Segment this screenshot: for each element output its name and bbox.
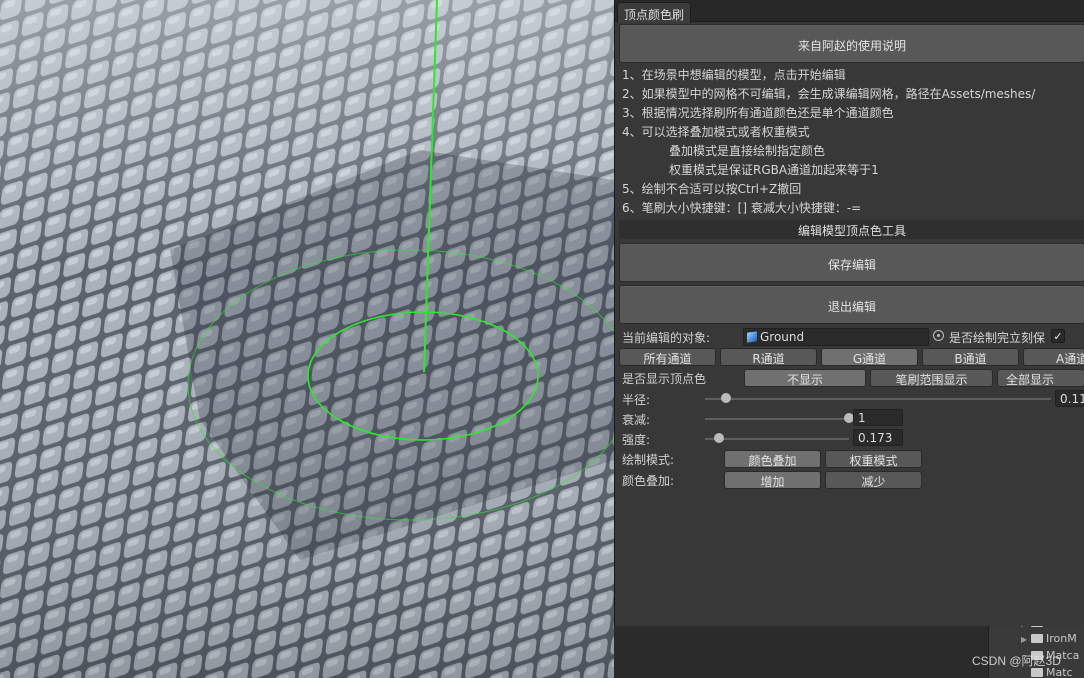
show-vertex-all-button[interactable]: 全部显示	[997, 369, 1084, 387]
project-item[interactable]: ▶ IronM	[1021, 632, 1077, 648]
radius-slider[interactable]	[705, 398, 1051, 400]
save-on-complete-label: 是否绘制完立刻保	[949, 331, 1046, 345]
instruction-line: 5、绘制不合适可以按Ctrl+Z撤回	[622, 182, 802, 196]
draw-mode-label: 绘制模式:	[622, 453, 675, 467]
save-button[interactable]: 保存编辑	[619, 243, 1084, 282]
vertex-color-tool-window: 顶点颜色刷 来自阿赵的使用说明 1、在场景中想编辑的模型，点击开始编辑 2、如果…	[614, 0, 1084, 626]
strength-label: 强度:	[622, 433, 651, 447]
scene-canvas[interactable]	[0, 0, 614, 678]
object-value: Ground	[760, 330, 805, 344]
instruction-line: 权重模式是保证RGBA通道加起来等于1	[669, 163, 879, 177]
channel-b-button[interactable]: B通道	[922, 348, 1019, 366]
increase-button[interactable]: 增加	[724, 471, 821, 489]
show-vertex-none-button[interactable]: 不显示	[744, 369, 866, 387]
falloff-slider[interactable]	[705, 418, 849, 420]
decrease-button[interactable]: 减少	[825, 471, 922, 489]
tab-bar: 顶点颜色刷	[615, 0, 1084, 23]
section-title: 编辑模型顶点色工具	[619, 220, 1084, 239]
instruction-line: 4、可以选择叠加模式或者权重模式	[622, 125, 810, 139]
channel-r-button[interactable]: R通道	[720, 348, 817, 366]
falloff-field[interactable]: 1	[853, 409, 903, 426]
color-add-label: 颜色叠加:	[622, 474, 675, 488]
draw-mode-weight-button[interactable]: 权重模式	[825, 450, 922, 468]
channel-all-button[interactable]: 所有通道	[619, 348, 716, 366]
instruction-line: 3、根据情况选择刷所有通道颜色还是单个通道颜色	[622, 106, 894, 120]
radius-field[interactable]: 0.117	[1055, 390, 1084, 407]
instruction-line: 1、在场景中想编辑的模型，点击开始编辑	[622, 68, 846, 82]
object-field[interactable]: Ground	[743, 328, 929, 346]
project-panel: ▶ING ▶IronM Matca Matc	[988, 616, 1084, 678]
folder-icon	[1031, 634, 1043, 643]
radius-slider-handle[interactable]	[720, 393, 731, 403]
show-vertex-label: 是否显示顶点色	[622, 372, 707, 386]
instruction-line: 6、笔刷大小快捷键：[] 衰减大小快捷键：-=	[622, 201, 862, 215]
expand-arrow-icon[interactable]: ▶	[1021, 635, 1031, 644]
cube-icon	[747, 331, 757, 343]
watermark: CSDN @阿赵3D	[972, 654, 1061, 668]
instruction-line: 2、如果模型中的网格不可编辑，会生成课编辑网格，路径在Assets/meshes…	[622, 87, 1036, 101]
object-label: 当前编辑的对象:	[622, 331, 711, 345]
scene-view[interactable]	[0, 0, 614, 678]
folder-icon	[1031, 668, 1043, 677]
save-on-complete-checkbox[interactable]: ✓	[1051, 329, 1065, 343]
draw-mode-additive-button[interactable]: 颜色叠加	[724, 450, 821, 468]
channel-a-button[interactable]: A通道	[1023, 348, 1084, 366]
exit-button[interactable]: 退出编辑	[619, 285, 1084, 324]
tab-vertex-color-brush[interactable]: 顶点颜色刷	[617, 2, 692, 23]
instructions-button[interactable]: 来自阿赵的使用说明	[619, 24, 1084, 63]
object-picker-icon[interactable]	[933, 330, 944, 341]
falloff-label: 衰减:	[622, 413, 651, 427]
strength-field[interactable]: 0.173	[853, 429, 903, 446]
channel-g-button[interactable]: G通道	[821, 348, 918, 366]
instruction-line: 叠加模式是直接绘制指定颜色	[669, 144, 826, 158]
strength-slider[interactable]	[705, 438, 849, 440]
strength-slider-handle[interactable]	[714, 433, 725, 443]
show-vertex-brush-button[interactable]: 笔刷范围显示	[870, 369, 993, 387]
radius-label: 半径:	[622, 393, 651, 407]
